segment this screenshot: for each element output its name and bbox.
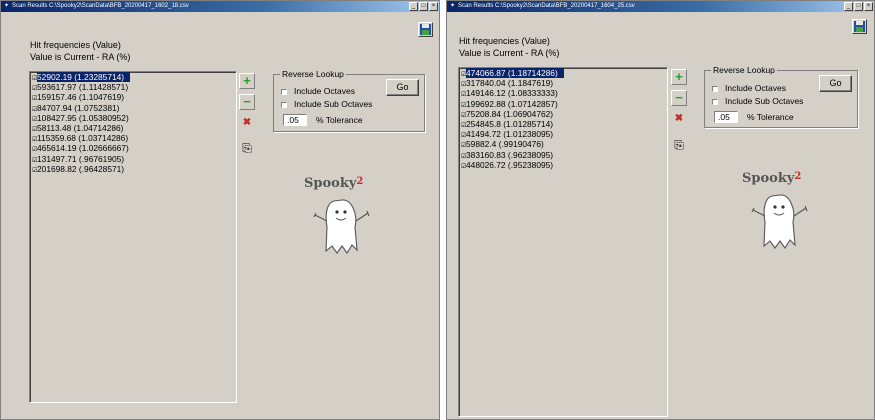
delete-button[interactable]: ✖ <box>239 115 255 131</box>
add-button[interactable]: + <box>239 73 255 89</box>
list-item[interactable]: ☑254845.8 (1.01285714) <box>459 119 667 129</box>
spooky2-logo: Spooky2 <box>742 171 817 251</box>
floppy-disk-icon <box>420 24 431 35</box>
scan-results-window-1: ✦ Scan Results C:\Spooky2\ScanData\BFB_20… <box>0 0 440 420</box>
spooky2-logo: Spooky2 <box>304 176 379 256</box>
scan-results-window-2: ✦ Scan Results C:\Spooky2\ScanData\BFB_20… <box>446 0 875 420</box>
ghost-mascot-icon <box>313 199 370 254</box>
list-item[interactable]: ☑149146.12 (1.08333333) <box>459 88 667 98</box>
reverse-lookup-title: Reverse Lookup <box>711 64 777 76</box>
list-item[interactable]: ☑465614.19 (1.02666667) <box>30 143 236 153</box>
go-button[interactable]: Go <box>386 79 419 96</box>
close-button[interactable]: × <box>864 2 873 11</box>
tolerance-input[interactable]: .05 <box>714 111 738 123</box>
value-description-label: Value is Current - RA (%) <box>459 48 560 58</box>
list-item[interactable]: ☑41494.72 (1.01238095) <box>459 129 667 139</box>
list-item[interactable]: ☑199692.88 (1.07142857) <box>459 99 667 109</box>
copy-button[interactable]: ⎘ <box>671 137 687 153</box>
list-item[interactable]: ☑317840.04 (1.1847619) <box>459 78 667 88</box>
maximize-button[interactable]: □ <box>854 2 863 11</box>
hit-frequency-list[interactable]: ☑474066.87 (1.18714286) ☑317840.04 (1.18… <box>458 67 668 417</box>
remove-button[interactable]: − <box>671 90 687 106</box>
logo-name: Spooky <box>304 176 357 191</box>
logo-suffix: 2 <box>794 171 802 182</box>
list-item[interactable]: ☑593617.97 (1.11428571) <box>30 82 236 92</box>
list-item[interactable]: ☑75208.84 (1.06904762) <box>459 109 667 119</box>
list-item[interactable]: ☑159157.46 (1.1047619) <box>30 92 236 102</box>
copy-button[interactable]: ⎘ <box>239 140 255 156</box>
tolerance-label: % Tolerance <box>316 115 363 125</box>
tolerance-label: % Tolerance <box>747 112 794 122</box>
app-icon: ✦ <box>3 3 10 9</box>
delete-button[interactable]: ✖ <box>671 111 687 127</box>
logo-name: Spooky <box>742 171 795 186</box>
list-item[interactable]: ☑115359.68 (1.03714286) <box>30 133 236 143</box>
list-item[interactable]: ☑108427.95 (1.05380952) <box>30 113 236 123</box>
window-title: Scan Results C:\Spooky2\ScanData\BFB_202… <box>12 3 189 9</box>
reverse-lookup-group: Reverse Lookup Include Octaves Include S… <box>704 64 858 128</box>
title-bar: ✦ Scan Results C:\Spooky2\ScanData\BFB_20… <box>447 1 874 12</box>
list-item[interactable]: ☑474066.87 (1.18714286) <box>459 68 667 78</box>
list-item[interactable]: ☑84707.94 (1.0752381) <box>30 103 236 113</box>
list-item[interactable]: ☑201698.82 (.96428571) <box>30 164 236 174</box>
hit-frequency-list[interactable]: ☑52902.19 (1.23285714) ☑593617.97 (1.114… <box>29 71 237 403</box>
list-item[interactable]: ☑448026.72 (.95238095) <box>459 160 667 170</box>
list-item[interactable]: ☑131497.71 (.96761905) <box>30 154 236 164</box>
include-octaves-checkbox[interactable]: Include Octaves <box>712 83 786 93</box>
maximize-button[interactable]: □ <box>419 2 428 11</box>
reverse-lookup-group: Reverse Lookup Include Octaves Include S… <box>273 68 425 132</box>
remove-button[interactable]: − <box>239 94 255 110</box>
floppy-disk-icon <box>854 21 865 32</box>
logo-suffix: 2 <box>356 176 364 187</box>
title-bar: ✦ Scan Results C:\Spooky2\ScanData\BFB_20… <box>1 1 439 12</box>
minimize-button[interactable]: _ <box>844 2 853 11</box>
go-button[interactable]: Go <box>819 75 852 92</box>
hit-frequencies-label: Hit frequencies (Value) <box>459 36 550 46</box>
add-button[interactable]: + <box>671 69 687 85</box>
list-item[interactable]: ☑59882.4 (.99190476) <box>459 139 667 149</box>
save-button[interactable] <box>418 22 433 37</box>
include-octaves-checkbox[interactable]: Include Octaves <box>281 86 355 96</box>
include-sub-octaves-checkbox[interactable]: Include Sub Octaves <box>281 99 372 109</box>
value-description-label: Value is Current - RA (%) <box>30 52 131 62</box>
reverse-lookup-title: Reverse Lookup <box>280 68 346 80</box>
tolerance-input[interactable]: .05 <box>283 114 307 126</box>
list-item[interactable]: ☑58113.48 (1.04714286) <box>30 123 236 133</box>
window-title: Scan Results C:\Spooky2\ScanData\BFB_202… <box>458 3 635 9</box>
list-item[interactable]: ☑52902.19 (1.23285714) <box>30 72 236 82</box>
app-icon: ✦ <box>449 3 456 9</box>
hit-frequencies-label: Hit frequencies (Value) <box>30 40 121 50</box>
minimize-button[interactable]: _ <box>409 2 418 11</box>
ghost-mascot-icon <box>751 194 808 249</box>
save-button[interactable] <box>852 19 867 34</box>
include-sub-octaves-checkbox[interactable]: Include Sub Octaves <box>712 96 803 106</box>
list-item[interactable]: ☑383160.83 (.96238095) <box>459 150 667 160</box>
close-button[interactable]: × <box>429 2 438 11</box>
